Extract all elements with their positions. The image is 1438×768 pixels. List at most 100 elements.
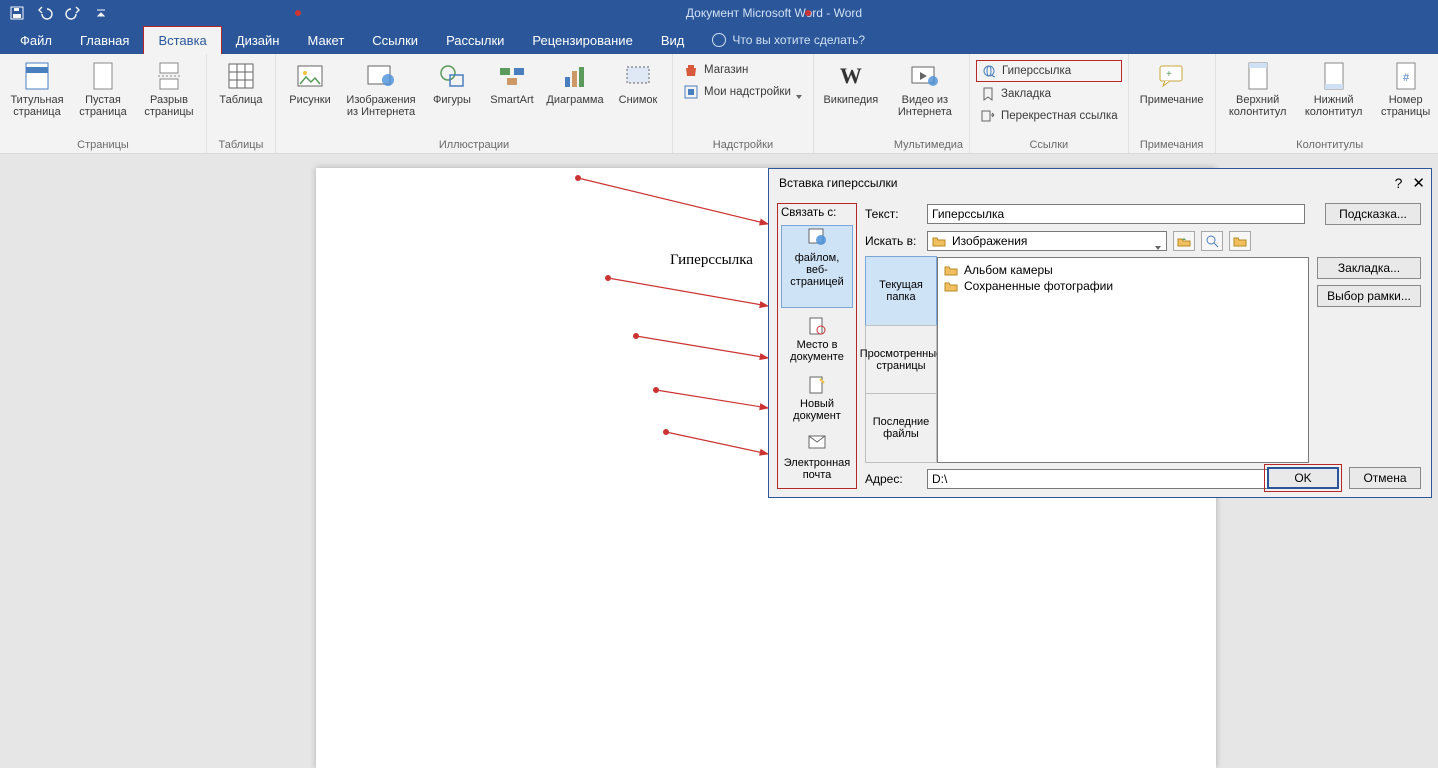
tab-file[interactable]: Файл — [6, 26, 66, 54]
bookmark-button[interactable]: Закладка — [976, 84, 1122, 104]
store-button[interactable]: Магазин — [679, 60, 807, 80]
browse-web-button[interactable] — [1201, 231, 1223, 251]
undo-icon[interactable] — [36, 4, 54, 22]
group-media-label: Мультимедиа — [894, 137, 963, 151]
ok-button[interactable]: OK — [1267, 467, 1339, 489]
crossref-label: Перекрестная ссылка — [1001, 110, 1118, 122]
smartart-label: SmartArt — [490, 94, 533, 106]
up-folder-button[interactable] — [1173, 231, 1195, 251]
target-frame-button[interactable]: Выбор рамки... — [1317, 285, 1421, 307]
cover-page-label: Титульная страница — [6, 94, 68, 118]
shapes-button[interactable]: Фигуры — [424, 58, 480, 106]
title-bar: Документ Microsoft Word - Word — [0, 0, 1438, 26]
lightbulb-icon — [712, 33, 726, 47]
store-icon — [683, 62, 699, 78]
tab-view[interactable]: Вид — [647, 26, 699, 54]
view-current-folder[interactable]: Текущая папка — [865, 256, 937, 326]
newdoc-icon — [807, 375, 827, 395]
address-value: D:\ — [932, 472, 947, 486]
shapes-icon — [436, 60, 468, 92]
list-item[interactable]: Альбом камеры — [942, 262, 1304, 278]
document-text[interactable]: Гиперссылка — [670, 252, 753, 269]
page-break-button[interactable]: Разрыв страницы — [138, 58, 200, 118]
pagenum-button[interactable]: #Номер страницы — [1374, 58, 1438, 118]
lookin-value: Изображения — [952, 234, 1027, 248]
screenshot-button[interactable]: Снимок — [610, 58, 666, 106]
svg-text:+: + — [1166, 69, 1172, 80]
save-icon[interactable] — [8, 4, 26, 22]
tell-me-placeholder: Что вы хотите сделать? — [732, 33, 865, 47]
header-label: Верхний колонтитул — [1222, 94, 1294, 118]
group-links-label: Ссылки — [976, 137, 1122, 151]
folder-icon — [932, 235, 946, 247]
tab-design[interactable]: Дизайн — [222, 26, 294, 54]
group-links: Гиперссылка Закладка Перекрестная ссылка… — [970, 54, 1129, 153]
table-button[interactable]: Таблица — [213, 58, 269, 106]
table-icon — [225, 60, 257, 92]
screenshot-label: Снимок — [619, 94, 658, 106]
crossref-button[interactable]: Перекрестная ссылка — [976, 106, 1122, 126]
linkto-place[interactable]: Место в документе — [781, 312, 853, 367]
tab-mailings[interactable]: Рассылки — [432, 26, 518, 54]
tab-review[interactable]: Рецензирование — [518, 26, 646, 54]
shapes-label: Фигуры — [433, 94, 471, 106]
tab-home[interactable]: Главная — [66, 26, 143, 54]
blank-page-button[interactable]: Пустая страница — [72, 58, 134, 118]
screentip-button[interactable]: Подсказка... — [1325, 203, 1421, 225]
browse-file-button[interactable] — [1229, 231, 1251, 251]
cover-page-button[interactable]: Титульная страница — [6, 58, 68, 118]
spacer — [820, 137, 882, 151]
redo-icon[interactable] — [64, 4, 82, 22]
lookin-label: Искать в: — [865, 234, 921, 248]
file-name: Сохраненные фотографии — [964, 279, 1113, 293]
page-break-label: Разрыв страницы — [138, 94, 200, 118]
close-button[interactable]: ✕ — [1412, 174, 1425, 192]
comment-button[interactable]: + Примечание — [1135, 58, 1209, 106]
text-to-display-input[interactable] — [927, 204, 1305, 224]
header-button[interactable]: Верхний колонтитул — [1222, 58, 1294, 118]
help-button[interactable]: ? — [1395, 175, 1403, 191]
view-recent-files[interactable]: Последние файлы — [865, 393, 937, 463]
group-addins-label: Надстройки — [679, 137, 807, 151]
linkto-file-web[interactable]: файлом, веб-страницей — [781, 225, 853, 308]
footer-button[interactable]: Нижний колонтитул — [1298, 58, 1370, 118]
online-pictures-label: Изображения из Интернета — [342, 94, 420, 118]
lookin-select[interactable]: Изображения — [927, 231, 1167, 251]
online-pictures-button[interactable]: Изображения из Интернета — [342, 58, 420, 118]
linkto-newdoc[interactable]: Новый документ — [781, 371, 853, 426]
crossref-icon — [980, 108, 996, 124]
tab-references[interactable]: Ссылки — [358, 26, 432, 54]
view-browsed-pages[interactable]: Просмотренные страницы — [865, 325, 937, 395]
wikipedia-icon: W — [835, 60, 867, 92]
file-web-icon — [807, 226, 827, 246]
smartart-button[interactable]: SmartArt — [484, 58, 540, 106]
my-addins-button[interactable]: Мои надстройки — [679, 82, 807, 102]
pictures-button[interactable]: Рисунки — [282, 58, 338, 106]
comment-label: Примечание — [1140, 94, 1204, 106]
tab-layout[interactable]: Макет — [293, 26, 358, 54]
wikipedia-button[interactable]: WВикипедия — [820, 58, 882, 106]
tell-me[interactable]: Что вы хотите сделать? — [698, 26, 865, 54]
address-label: Адрес: — [865, 472, 921, 486]
cancel-button[interactable]: Отмена — [1349, 467, 1421, 489]
chart-button[interactable]: Диаграмма — [544, 58, 606, 106]
list-item[interactable]: Сохраненные фотографии — [942, 278, 1304, 294]
online-video-button[interactable]: Видео из Интернета — [894, 58, 956, 118]
group-pages: Титульная страница Пустая страница Разры… — [0, 54, 207, 153]
dropdown-caret-icon — [796, 90, 803, 94]
address-combo[interactable]: D:\ — [927, 469, 1303, 489]
bookmark-dialog-button[interactable]: Закладка... — [1317, 257, 1421, 279]
pictures-icon — [294, 60, 326, 92]
linkto-email[interactable]: Электронная почта — [781, 430, 853, 485]
my-addins-icon — [683, 84, 699, 100]
pictures-label: Рисунки — [289, 94, 331, 106]
qat-customize-icon[interactable] — [92, 4, 110, 22]
hyperlink-button[interactable]: Гиперссылка — [976, 60, 1122, 82]
bookmark-icon — [980, 86, 996, 102]
store-label: Магазин — [704, 64, 748, 76]
smartart-icon — [496, 60, 528, 92]
group-addins: Магазин Мои надстройки Надстройки — [673, 54, 814, 153]
right-buttons: Закладка... Выбор рамки... — [1317, 257, 1421, 463]
file-list[interactable]: Альбом камеры Сохраненные фотографии — [937, 257, 1309, 463]
tab-insert[interactable]: Вставка — [143, 26, 221, 54]
